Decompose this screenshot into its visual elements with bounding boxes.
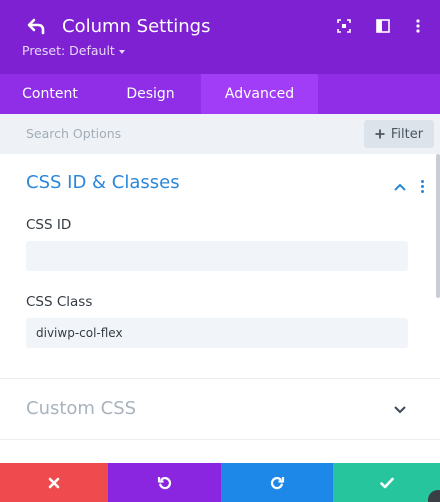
undo-icon [157,476,171,489]
split-view-button[interactable] [375,18,391,34]
page-title: Column Settings [62,16,211,37]
checkmark-icon [379,477,394,488]
save-button[interactable] [333,463,440,502]
tab-design[interactable]: Design [100,74,201,114]
filter-button[interactable]: Filter [364,120,434,148]
expand-section-button[interactable] [393,403,407,417]
section-divider [0,378,440,379]
tab-bar: Content Design Advanced [0,74,440,114]
css-id-field[interactable] [26,241,408,271]
redo-button[interactable] [221,463,333,502]
back-button[interactable] [24,14,50,40]
scrollbar-thumb[interactable] [436,154,440,298]
kebab-menu-icon [416,19,420,33]
discard-button[interactable] [0,463,108,502]
filter-label: Filter [390,126,424,142]
settings-panel: CSS ID & Classes CSS ID CSS Class Custom… [0,154,440,463]
css-class-field[interactable] [26,318,408,348]
settings-header: Column Settings Preset: Default [0,0,440,74]
section-title-css-id-classes[interactable]: CSS ID & Classes [26,171,180,195]
section-divider [0,439,440,440]
search-input[interactable]: Search Options [26,126,121,142]
section-menu-button[interactable] [416,178,428,194]
css-class-label: CSS Class [26,294,93,310]
preset-label: Preset: Default [22,43,115,58]
undo-button[interactable] [108,463,221,502]
kebab-menu-icon [420,179,424,183]
tab-advanced[interactable]: Advanced [201,74,318,114]
action-footer [0,463,440,502]
back-arrow-icon [27,18,45,35]
header-menu-button[interactable] [410,18,426,34]
collapse-section-button[interactable] [393,180,407,194]
fullscreen-button[interactable] [336,18,352,34]
css-id-label: CSS ID [26,217,72,233]
plus-icon [375,129,385,139]
tab-label: Content [22,86,78,102]
caret-down-icon [118,49,125,54]
chevron-down-icon [394,406,406,414]
kebab-dot [420,184,424,188]
tab-content[interactable]: Content [0,74,100,114]
kebab-dot [420,189,424,193]
close-icon [48,477,60,488]
fullscreen-icon [337,19,351,33]
preset-dropdown[interactable]: Preset: Default [22,43,125,59]
tab-label: Advanced [224,86,295,102]
redo-icon [270,476,285,489]
chevron-up-icon [394,183,406,191]
tab-label: Design [126,86,175,102]
section-title-custom-css[interactable]: Custom CSS [26,397,136,421]
sidebar-split-icon [376,19,390,33]
